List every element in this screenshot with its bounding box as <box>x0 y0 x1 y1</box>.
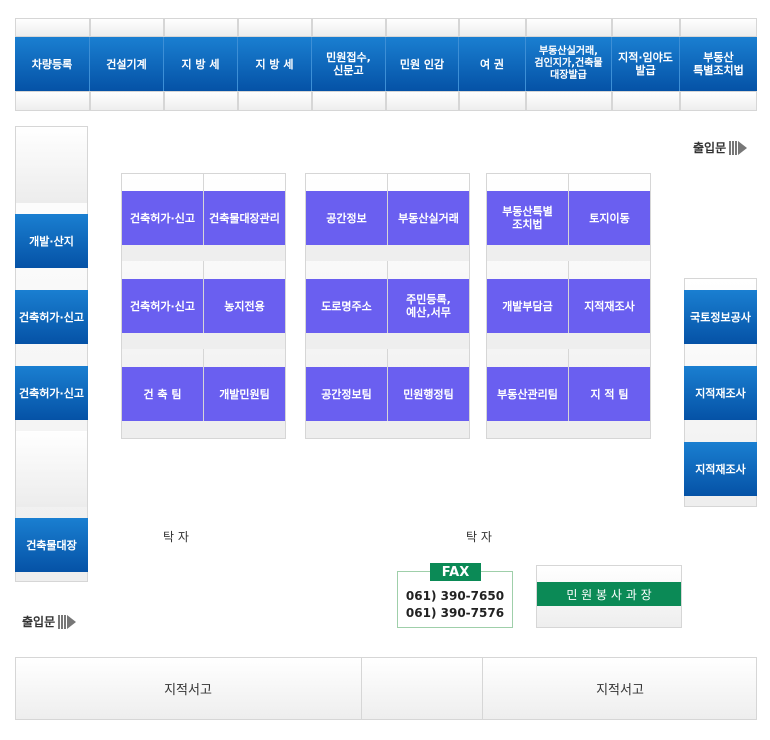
team-building[interactable]: 건 축 팀 <box>122 367 203 421</box>
right-counter-3[interactable]: 지적재조사 <box>684 442 757 496</box>
team-cadastral[interactable]: 지 적 팀 <box>569 367 650 421</box>
table-label-left: 탁 자 <box>163 530 189 544</box>
team-real-estate[interactable]: 부동산관리팀 <box>487 367 568 421</box>
team-civil-admin[interactable]: 민원행정팀 <box>388 367 469 421</box>
entrance-bottom-left: 출입문 <box>22 613 77 630</box>
top-counter-4[interactable]: 지 방 세 <box>238 37 312 91</box>
top-counter-7[interactable]: 여 권 <box>459 37 526 91</box>
top-counter-9[interactable]: 지적·임야도 발급 <box>612 37 680 91</box>
center-group-3: 부동산특별 조치법 토지이동 개발부담금 지적재조사 부동산관리팀 지 적 팀 <box>486 173 651 439</box>
left-counter-2[interactable]: 건축허가·신고 <box>15 290 88 344</box>
counter-special-measures[interactable]: 부동산특별 조치법 <box>487 191 568 245</box>
counter-resident-registration[interactable]: 주민등록, 예산,서무 <box>388 279 469 333</box>
fax-number-1: 061) 390-7650 <box>405 589 505 603</box>
top-counter-8[interactable]: 부동산실거래, 검인지가,건축물 대장발급 <box>526 37 612 91</box>
storage-right: 지적서고 <box>596 683 644 698</box>
arrow-right-icon <box>58 614 77 629</box>
center-group-2: 공간정보 부동산실거래 도로명주소 주민등록, 예산,서무 공간정보팀 민원행정… <box>305 173 470 439</box>
top-counter-2[interactable]: 건설기계 <box>90 37 164 91</box>
counter-road-address[interactable]: 도로명주소 <box>306 279 387 333</box>
left-counter-3[interactable]: 건축허가·신고 <box>15 366 88 420</box>
counter-building-permit-2[interactable]: 건축허가·신고 <box>122 279 203 333</box>
top-counter-5[interactable]: 민원접수, 신문고 <box>312 37 386 91</box>
counter-real-estate-trade[interactable]: 부동산실거래 <box>388 191 469 245</box>
counter-development-charge[interactable]: 개발부담금 <box>487 279 568 333</box>
team-spatial-info[interactable]: 공간정보팀 <box>306 367 387 421</box>
storage-left: 지적서고 <box>164 683 212 698</box>
fax-number-2: 061) 390-7576 <box>405 606 505 620</box>
counter-spatial-info[interactable]: 공간정보 <box>306 191 387 245</box>
counter-farmland[interactable]: 농지전용 <box>204 279 285 333</box>
top-counter-6[interactable]: 민원 인감 <box>386 37 459 91</box>
top-counter-1[interactable]: 차량등록 <box>15 37 90 91</box>
team-development[interactable]: 개발민원팀 <box>204 367 285 421</box>
office-label[interactable]: 민 원 봉 사 과 장 <box>537 582 681 606</box>
entrance-label: 출입문 <box>693 141 727 155</box>
right-counter-1[interactable]: 국토정보공사 <box>684 290 757 344</box>
entrance-top-right: 출입문 <box>693 139 748 156</box>
right-counter-2[interactable]: 지적재조사 <box>684 366 757 420</box>
entrance-label: 출입문 <box>22 615 56 629</box>
counter-land-transfer[interactable]: 토지이동 <box>569 191 650 245</box>
top-counter-10[interactable]: 부동산 특별조치법 <box>680 37 757 91</box>
center-group-1: 건축허가·신고 건축물대장관리 건축허가·신고 농지전용 건 축 팀 개발민원팀 <box>121 173 286 439</box>
counter-cadastral-resurvey[interactable]: 지적재조사 <box>569 279 650 333</box>
left-counter-1[interactable]: 개발·산지 <box>15 214 88 268</box>
fax-label: FAX <box>430 563 481 581</box>
left-counter-4[interactable]: 건축물대장 <box>15 518 88 572</box>
arrow-right-icon <box>729 140 748 155</box>
counter-building-ledger[interactable]: 건축물대장관리 <box>204 191 285 245</box>
counter-building-permit[interactable]: 건축허가·신고 <box>122 191 203 245</box>
top-counter-3[interactable]: 지 방 세 <box>164 37 238 91</box>
table-label-right: 탁 자 <box>466 530 492 544</box>
top-counter-row: 차량등록 건설기계 지 방 세 지 방 세 민원접수, 신문고 민원 인감 여 … <box>15 18 757 111</box>
